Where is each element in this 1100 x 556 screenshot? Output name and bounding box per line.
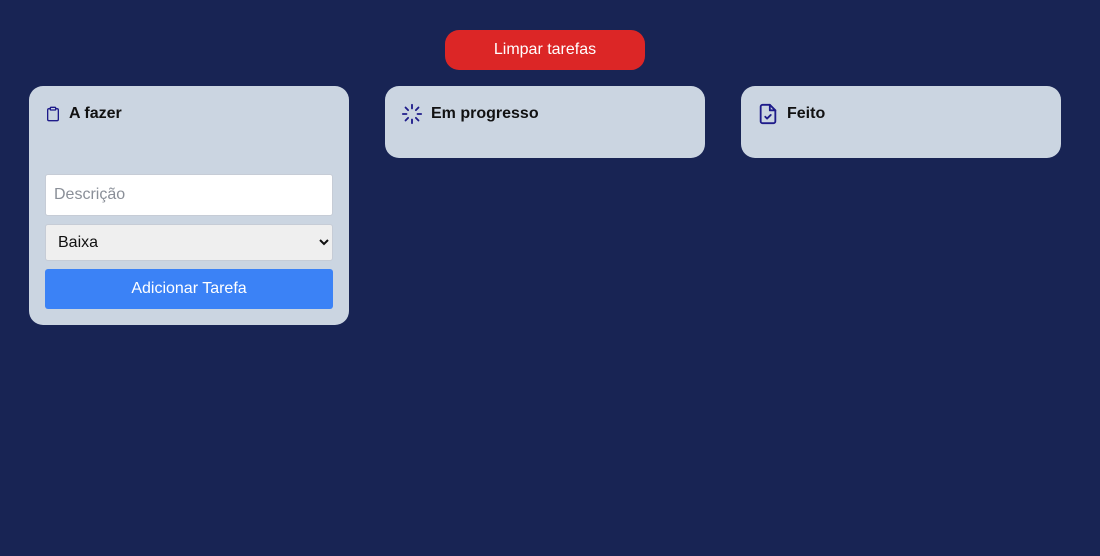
column-header: Em progresso — [401, 103, 539, 125]
clear-tasks-button[interactable]: Limpar tarefas — [445, 30, 645, 70]
column-todo: A fazer Baixa Adicionar Tarefa — [29, 86, 349, 325]
column-title-todo: A fazer — [69, 105, 122, 122]
add-task-button[interactable]: Adicionar Tarefa — [45, 269, 333, 309]
column-in-progress: Em progresso — [385, 86, 705, 158]
column-header: Feito — [757, 103, 825, 125]
column-title-done: Feito — [787, 105, 826, 122]
file-check-icon — [757, 103, 779, 125]
column-title-in-progress: Em progresso — [431, 105, 539, 122]
column-header: A fazer — [45, 103, 122, 125]
description-input[interactable] — [45, 174, 333, 216]
priority-select[interactable]: Baixa — [45, 224, 333, 261]
column-done: Feito — [741, 86, 1061, 158]
loader-icon — [401, 103, 423, 125]
clipboard-icon — [45, 106, 61, 122]
